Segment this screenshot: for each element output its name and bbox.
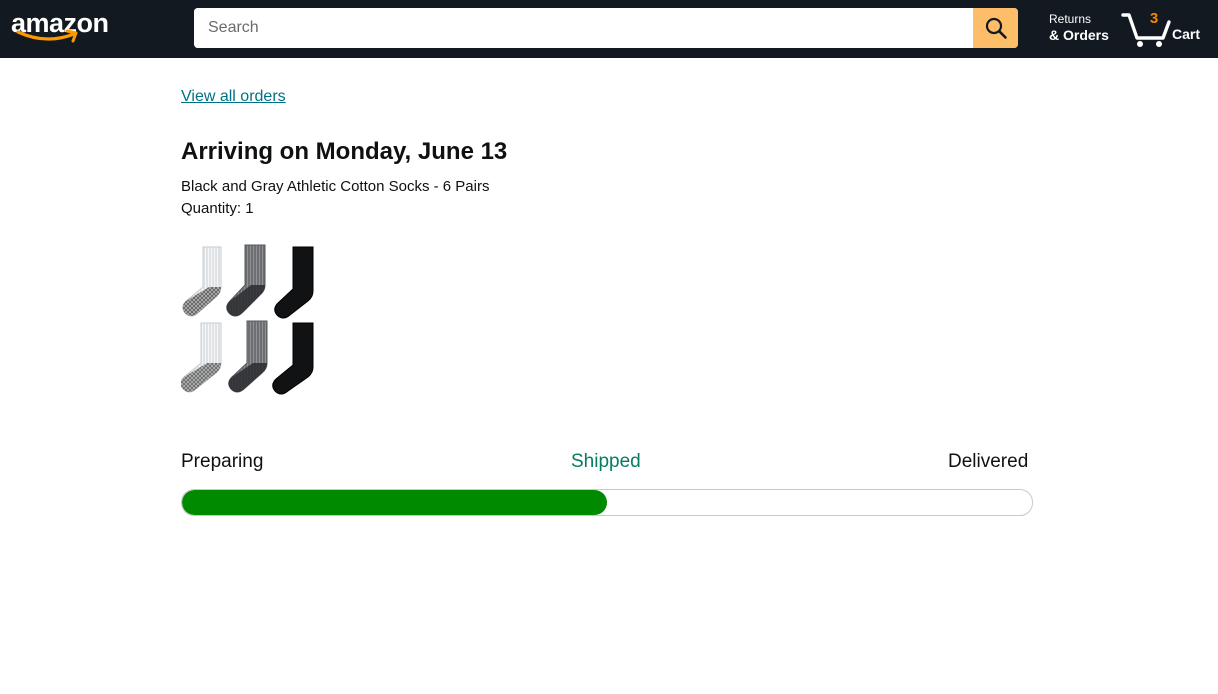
top-nav-bar: amazon Returns & Orders 3 Cart — [0, 0, 1218, 58]
search-input[interactable] — [194, 8, 973, 48]
returns-label: Returns — [1049, 12, 1092, 26]
cart-count-badge: 3 — [1149, 10, 1159, 27]
cart-button[interactable]: 3 Cart — [1121, 6, 1205, 50]
orders-label: & Orders — [1049, 27, 1109, 43]
sock-black — [274, 246, 314, 319]
sock-white — [181, 322, 222, 393]
sock-gray — [228, 320, 268, 393]
search-button[interactable] — [973, 8, 1018, 48]
search-bar — [194, 8, 1018, 48]
progress-fill — [182, 490, 607, 515]
product-name: Black and Gray Athletic Cotton Socks - 6… — [181, 178, 490, 195]
returns-orders-link[interactable]: Returns & Orders — [1049, 11, 1109, 43]
product-image[interactable] — [181, 243, 317, 395]
progress-track — [181, 489, 1033, 516]
step-preparing: Preparing — [181, 451, 264, 472]
sock-white — [182, 246, 222, 317]
sock-gray — [226, 244, 266, 317]
arrival-heading: Arriving on Monday, June 13 — [181, 138, 508, 165]
step-shipped: Shipped — [571, 451, 641, 472]
search-icon — [985, 17, 1007, 39]
step-delivered: Delivered — [948, 451, 1029, 472]
quantity-label: Quantity: 1 — [181, 200, 254, 217]
logo-smile-icon — [16, 29, 78, 43]
view-all-orders-link[interactable]: View all orders — [181, 88, 286, 106]
cart-label: Cart — [1172, 26, 1201, 42]
product-quantity: Quantity: 1 — [181, 200, 254, 217]
amazon-logo[interactable]: amazon — [10, 6, 114, 48]
sock-black — [272, 322, 314, 395]
